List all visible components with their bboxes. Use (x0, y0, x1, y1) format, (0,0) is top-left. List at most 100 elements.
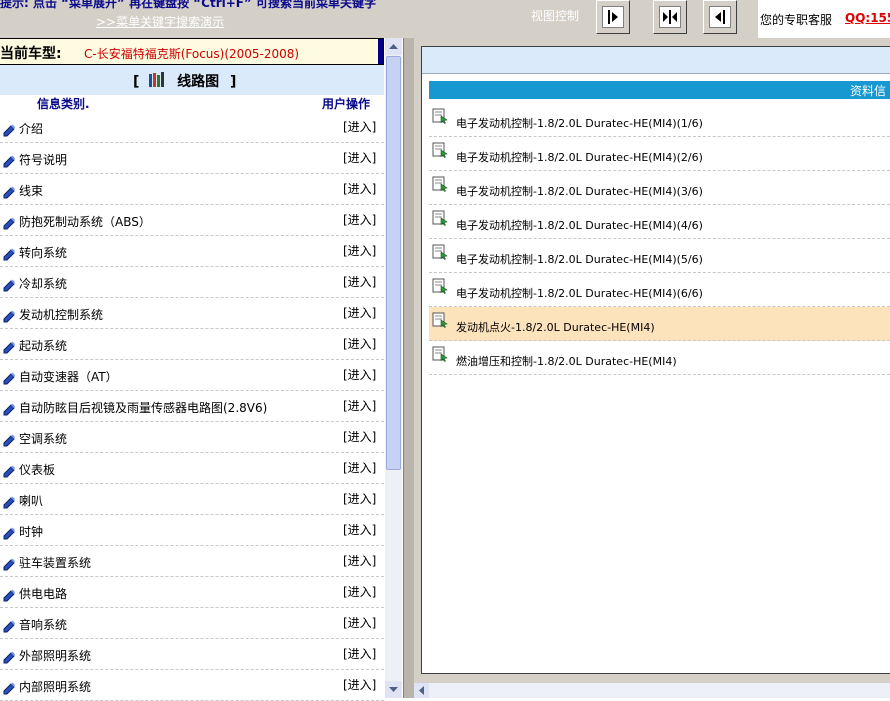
book-icon (148, 72, 168, 92)
list-item[interactable]: 自动变速器（AT） [进入] (0, 360, 384, 391)
enter-link[interactable]: [进入] (343, 366, 376, 383)
scroll-thumb[interactable] (386, 56, 401, 470)
category-name: 自动变速器（AT） (19, 370, 118, 384)
document-icon (432, 210, 448, 226)
enter-link[interactable]: [进入] (343, 614, 376, 631)
document-icon (432, 142, 448, 158)
pane-splitter[interactable] (403, 38, 414, 698)
current-vehicle-label: 当前车型: (0, 46, 62, 62)
document-item[interactable]: 电子发动机控制-1.8/2.0L Duratec-HE(MI4)(6/6) (429, 273, 890, 307)
search-demo-link[interactable]: >>菜单关键字搜索演示 (96, 13, 224, 30)
document-list: 电子发动机控制-1.8/2.0L Duratec-HE(MI4)(1/6) 电子发… (429, 103, 890, 375)
pencil-icon (2, 619, 15, 633)
enter-link[interactable]: [进入] (343, 335, 376, 352)
expand-left-button[interactable] (703, 0, 737, 34)
enter-link[interactable]: [进入] (343, 645, 376, 662)
list-item[interactable]: 喇叭 [进入] (0, 484, 384, 515)
document-item[interactable]: 电子发动机控制-1.8/2.0L Duratec-HE(MI4)(1/6) (429, 103, 890, 137)
category-name: 空调系统 (19, 432, 68, 446)
category-name: 符号说明 (19, 153, 68, 167)
list-item[interactable]: 线束 [进入] (0, 174, 384, 205)
enter-link[interactable]: [进入] (343, 118, 376, 135)
scroll-down-icon[interactable] (385, 681, 402, 698)
list-item[interactable]: 供电电路 [进入] (0, 577, 384, 608)
enter-link[interactable]: [进入] (343, 676, 376, 693)
list-item[interactable]: 发动机控制系统 [进入] (0, 298, 384, 329)
enter-link[interactable]: [进入] (343, 211, 376, 228)
pencil-icon (2, 526, 15, 540)
section-bracket-close: ] (230, 74, 237, 90)
enter-link[interactable]: [进入] (343, 304, 376, 321)
document-title: 电子发动机控制-1.8/2.0L Duratec-HE(MI4)(1/6) (456, 117, 703, 130)
pencil-icon (2, 154, 15, 168)
list-item[interactable]: 外部照明系统 [进入] (0, 639, 384, 670)
document-icon (432, 312, 448, 328)
pencil-icon (2, 340, 15, 354)
list-item[interactable]: 起动系统 [进入] (0, 329, 384, 360)
category-name: 介绍 (19, 122, 44, 136)
left-scrollbar[interactable] (385, 38, 402, 698)
current-vehicle-value: C-长安福特福克斯(Focus)(2005-2008) (84, 47, 300, 61)
top-toolbar: 提示: 点击 “菜单展开” 再在键盘按 “Ctrl+F” 可搜索当前菜单关键字 … (0, 0, 890, 38)
pencil-icon (2, 464, 15, 478)
enter-link[interactable]: [进入] (343, 552, 376, 569)
scroll-left-icon[interactable] (414, 683, 429, 698)
enter-link[interactable]: [进入] (343, 397, 376, 414)
section-bracket-open: [ (133, 74, 140, 90)
list-item[interactable]: 内部照明系统 [进入] (0, 670, 384, 701)
document-item[interactable]: 燃油增压和控制-1.8/2.0L Duratec-HE(MI4) (429, 341, 890, 375)
list-item[interactable]: 驻车装置系统 [进入] (0, 546, 384, 577)
split-view-button[interactable] (653, 0, 687, 34)
list-item[interactable]: 转向系统 [进入] (0, 236, 384, 267)
service-label: 您的专职客服 (760, 13, 833, 27)
document-item[interactable]: 电子发动机控制-1.8/2.0L Duratec-HE(MI4)(4/6) (429, 205, 890, 239)
arrow-left-icon (709, 6, 731, 28)
list-item[interactable]: 时钟 [进入] (0, 515, 384, 546)
list-item[interactable]: 自动防眩目后视镜及雨量传感器电路图(2.8V6) [进入] (0, 391, 384, 422)
list-item[interactable]: 冷却系统 [进入] (0, 267, 384, 298)
pencil-icon (2, 681, 15, 695)
document-item[interactable]: 电子发动机控制-1.8/2.0L Duratec-HE(MI4)(5/6) (429, 239, 890, 273)
vehicle-bar-edge (378, 39, 383, 64)
enter-link[interactable]: [进入] (343, 242, 376, 259)
category-name: 音响系统 (19, 618, 68, 632)
pencil-icon (2, 433, 15, 447)
section-header: [ 线路图 ] (0, 65, 384, 95)
arrow-right-icon (602, 6, 624, 28)
enter-link[interactable]: [进入] (343, 490, 376, 507)
enter-link[interactable]: [进入] (343, 459, 376, 476)
enter-link[interactable]: [进入] (343, 180, 376, 197)
enter-link[interactable]: [进入] (343, 428, 376, 445)
document-item-selected[interactable]: 发动机点火-1.8/2.0L Duratec-HE(MI4) (429, 307, 890, 341)
list-item[interactable]: 空调系统 [进入] (0, 422, 384, 453)
category-name: 冷却系统 (19, 277, 68, 291)
category-name: 时钟 (19, 525, 44, 539)
content-frame: 资料信 电子发动机控制-1.8/2.0L Duratec-HE(MI4)(1/6… (421, 46, 890, 674)
expand-right-button[interactable] (596, 0, 630, 34)
list-item[interactable]: 介绍 [进入] (0, 112, 384, 143)
scroll-up-icon[interactable] (385, 38, 402, 55)
document-header-label: 资料信 (849, 84, 886, 98)
document-item[interactable]: 电子发动机控制-1.8/2.0L Duratec-HE(MI4)(3/6) (429, 171, 890, 205)
pencil-icon (2, 247, 15, 261)
list-item[interactable]: 仪表板 [进入] (0, 453, 384, 484)
enter-link[interactable]: [进入] (343, 521, 376, 538)
category-name: 供电电路 (19, 587, 68, 601)
right-hscrollbar[interactable] (414, 683, 890, 698)
category-name: 自动防眩目后视镜及雨量传感器电路图(2.8V6) (19, 401, 268, 415)
enter-link[interactable]: [进入] (343, 149, 376, 166)
enter-link[interactable]: [进入] (343, 273, 376, 290)
enter-link[interactable]: [进入] (343, 583, 376, 600)
qq-link[interactable]: QQ:155 (845, 11, 890, 25)
document-title: 电子发动机控制-1.8/2.0L Duratec-HE(MI4)(4/6) (456, 219, 703, 232)
document-title: 燃油增压和控制-1.8/2.0L Duratec-HE(MI4) (456, 355, 677, 368)
list-item[interactable]: 音响系统 [进入] (0, 608, 384, 639)
category-column-header: 信息类别. (37, 97, 90, 111)
document-item[interactable]: 电子发动机控制-1.8/2.0L Duratec-HE(MI4)(2/6) (429, 137, 890, 171)
category-name: 发动机控制系统 (19, 308, 104, 322)
pencil-icon (2, 216, 15, 230)
left-pane: 当前车型: C-长安福特福克斯(Focus)(2005-2008) [ 线路图 … (0, 38, 403, 701)
pencil-icon (2, 650, 15, 664)
list-item[interactable]: 防抱死制动系统（ABS） [进入] (0, 205, 384, 236)
list-item[interactable]: 符号说明 [进入] (0, 143, 384, 174)
